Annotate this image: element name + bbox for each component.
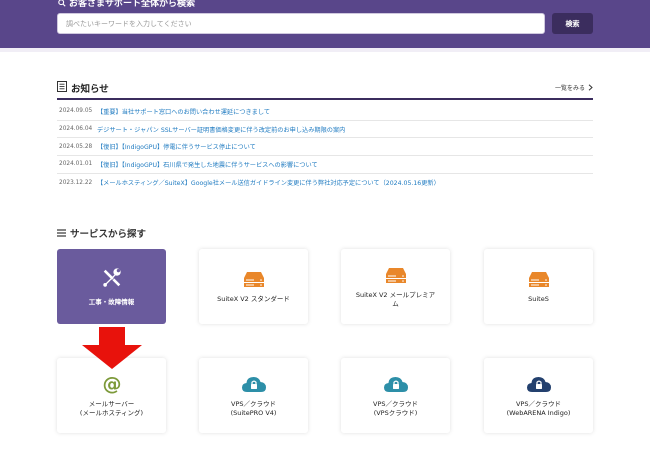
service-card-label: SuiteX V2 スタンダード xyxy=(217,295,290,303)
service-card-suites[interactable]: SuiteS xyxy=(484,249,593,324)
chevron-right-icon xyxy=(588,84,593,91)
news-item: 2024.06.04 デジサート・ジャパン SSLサーバー証明書価格変更に伴う改… xyxy=(57,121,593,139)
news-item: 2024.01.01 【復旧】【IndigoGPU】石川県で発生した地震に伴うサ… xyxy=(57,156,593,174)
cloud-lock-icon xyxy=(383,376,408,392)
news-link[interactable]: デジサート・ジャパン SSLサーバー証明書価格変更に伴う改定前のお申し込み期限の… xyxy=(97,125,345,134)
news-title: お知らせ xyxy=(71,84,109,95)
service-card-suitex-premium[interactable]: SuiteX V2 メールプレミアム xyxy=(341,249,450,324)
news-date: 2024.01.01 xyxy=(59,161,93,168)
news-more-link[interactable]: 一覧をみる xyxy=(555,83,593,92)
news-date: 2024.05.28 xyxy=(59,143,93,150)
search-input[interactable] xyxy=(57,13,545,34)
service-card-label: SuiteS xyxy=(528,295,549,303)
service-card-label: VPS／クラウド (WebARENA Indigo) xyxy=(506,399,571,417)
news-link[interactable]: 【復旧】【IndigoGPU】石川県で発生した地震に伴うサービスへの影響について xyxy=(97,160,318,169)
tools-icon xyxy=(102,267,121,287)
at-icon: @ xyxy=(102,374,121,394)
arrow-down-icon xyxy=(82,327,142,369)
news-link[interactable]: 【復旧】【IndigoGPU】停電に伴うサービス停止について xyxy=(97,142,256,151)
news-date: 2024.09.05 xyxy=(59,108,93,115)
news-date: 2023.12.22 xyxy=(59,179,93,186)
service-card-label: 工事・故障情報 xyxy=(88,297,135,306)
news-list: 2024.09.05 【重要】当社サポート窓口へのお問い合わせ運延につきまして … xyxy=(57,103,593,191)
search-icon xyxy=(58,0,66,7)
services-title: サービスから探す xyxy=(70,229,147,240)
service-card-vps-cloud[interactable]: VPS／クラウド (VPSクラウド) xyxy=(341,358,450,433)
news-item: 2024.09.05 【重要】当社サポート窓口へのお問い合わせ運延につきまして xyxy=(57,103,593,121)
service-card-mail-server[interactable]: @ メールサーバー (メールホスティング) xyxy=(57,358,166,433)
search-title: お客さまサポート全体から検索 xyxy=(58,0,195,9)
svg-text:@: @ xyxy=(102,374,121,394)
services-header: サービスから探す xyxy=(57,226,146,240)
news-item: 2023.12.22 【メールホスティング／SuiteX】Google社メール送… xyxy=(57,174,593,192)
service-card-label: メールサーバー (メールホスティング) xyxy=(79,399,144,417)
service-card-label: SuiteX V2 メールプレミアム xyxy=(355,290,436,308)
cloud-lock-icon xyxy=(526,376,551,392)
news-link[interactable]: 【メールホスティング／SuiteX】Google社メール送信ガイドライン変更に伴… xyxy=(97,178,440,187)
search-title-text: お客さまサポート全体から検索 xyxy=(69,0,196,9)
service-card-maintenance[interactable]: 工事・故障情報 xyxy=(57,249,166,324)
header-divider xyxy=(0,48,650,52)
list-icon xyxy=(57,229,66,237)
document-icon xyxy=(57,81,67,92)
server-icon xyxy=(243,272,264,287)
cloud-lock-icon xyxy=(241,376,266,392)
news-divider xyxy=(57,98,593,100)
server-icon xyxy=(385,267,406,283)
service-card-vps-indigo[interactable]: VPS／クラウド (WebARENA Indigo) xyxy=(484,358,593,433)
service-card-vps-suitepro[interactable]: VPS／クラウド (SuitePRO V4) xyxy=(199,358,308,433)
service-card-suitex-standard[interactable]: SuiteX V2 スタンダード xyxy=(199,249,308,324)
news-item: 2024.05.28 【復旧】【IndigoGPU】停電に伴うサービス停止につい… xyxy=(57,138,593,157)
server-icon xyxy=(528,272,549,287)
search-button[interactable]: 検索 xyxy=(552,13,593,34)
news-date: 2024.06.04 xyxy=(59,126,93,133)
news-more-label: 一覧をみる xyxy=(554,85,585,92)
search-header: お客さまサポート全体から検索 検索 xyxy=(0,0,650,48)
news-link[interactable]: 【重要】当社サポート窓口へのお問い合わせ運延につきまして xyxy=(97,107,270,116)
service-card-label: VPS／クラウド (SuitePRO V4) xyxy=(230,399,277,417)
service-card-label: VPS／クラウド (VPSクラウド) xyxy=(373,399,418,417)
news-header: お知らせ 一覧をみる xyxy=(57,80,593,97)
